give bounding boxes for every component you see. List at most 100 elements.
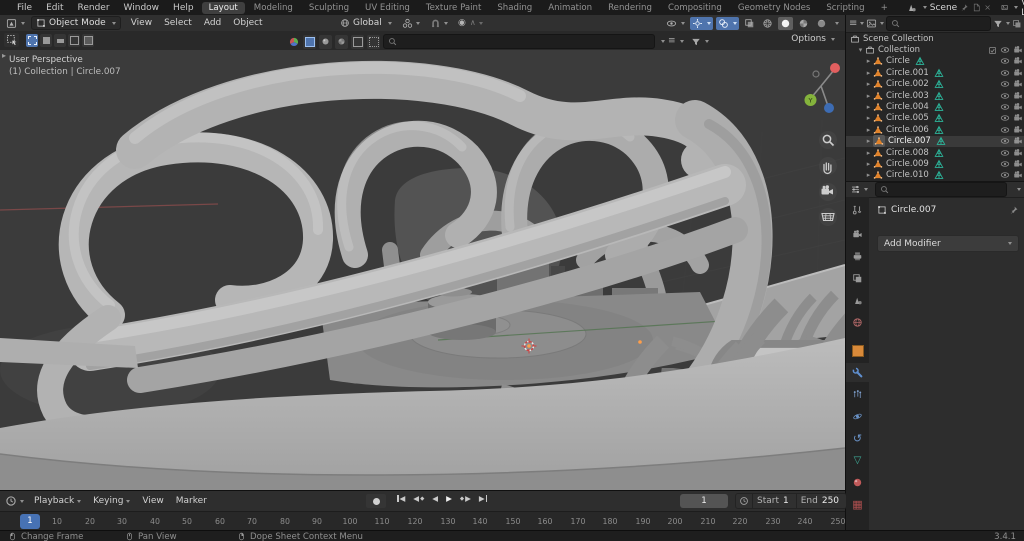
tab-modeling[interactable]: Modeling — [247, 2, 300, 14]
tab-object-data[interactable]: ▽ — [846, 451, 869, 470]
pin-icon[interactable] — [960, 3, 969, 12]
disclosure-icon[interactable]: ▸ — [864, 92, 873, 100]
timeline-ruler[interactable]: 1 10 20 30 40 50 60 70 80 90 100 110 120… — [0, 511, 845, 532]
tab-material[interactable] — [846, 473, 869, 492]
menu-help[interactable]: Help — [166, 3, 201, 13]
shading-solid-button[interactable] — [778, 17, 793, 30]
render-camera-icon[interactable] — [1013, 68, 1023, 78]
camera-view-icon[interactable] — [819, 183, 837, 201]
transform-orientation[interactable]: Global — [340, 16, 392, 30]
disclosure-icon[interactable]: ▸ — [864, 160, 873, 168]
select-mode-invert[interactable] — [68, 34, 80, 47]
menu-keying[interactable]: Keying — [87, 496, 136, 506]
tab-world[interactable] — [846, 313, 869, 332]
filter-button[interactable] — [691, 37, 709, 47]
properties-search-input[interactable] — [875, 182, 1007, 197]
show-gizmo-toggle[interactable] — [690, 17, 713, 30]
disclosure-icon[interactable]: ▸ — [864, 69, 873, 77]
disclosure-icon[interactable]: ▸ — [864, 80, 873, 88]
disclosure-icon[interactable]: ▸ — [864, 114, 873, 122]
tab-view-layer[interactable] — [846, 269, 869, 288]
outliner-row-object[interactable]: ▸Circle — [846, 56, 1024, 67]
select-mode-extend[interactable] — [40, 34, 52, 47]
menu-file[interactable]: File — [10, 3, 39, 13]
tab-tool[interactable] — [846, 201, 869, 220]
data-ball-icon[interactable] — [288, 36, 300, 48]
outliner-row-object[interactable]: ▸Circle.005 — [846, 113, 1024, 124]
navigation-gizmo[interactable]: Y — [804, 56, 842, 276]
use-preview-range-icon[interactable] — [739, 496, 749, 506]
zoom-icon[interactable] — [819, 131, 837, 149]
end-frame-field[interactable]: 250 — [822, 496, 846, 506]
menu-select[interactable]: Select — [158, 18, 198, 28]
outliner-row-object[interactable]: ▸Circle.002 — [846, 79, 1024, 90]
outliner-row-object[interactable]: ▸Circle.010 — [846, 170, 1024, 181]
object-origin-dot[interactable] — [638, 340, 642, 344]
tab-animation[interactable]: Animation — [541, 2, 599, 14]
pan-hand-icon[interactable] — [819, 157, 837, 175]
options-menu[interactable]: Options — [791, 34, 835, 44]
render-camera-icon[interactable] — [1013, 170, 1023, 180]
properties-editor-type[interactable] — [850, 184, 868, 195]
select-mode-subtract[interactable] — [54, 34, 66, 47]
render-camera-icon[interactable] — [1013, 125, 1023, 135]
properties-options-icon[interactable] — [1017, 188, 1021, 191]
axis-gizmo[interactable]: Y — [805, 63, 841, 113]
tab-layout[interactable]: Layout — [202, 2, 245, 14]
show-overlays-toggle[interactable] — [716, 17, 739, 30]
viewport-scene[interactable] — [0, 50, 845, 490]
outliner-row-object[interactable]: ▸Circle.001 — [846, 67, 1024, 78]
start-frame-field[interactable]: 1 — [783, 496, 796, 506]
outliner-filter-button[interactable] — [993, 19, 1010, 29]
select-mode-intersect[interactable] — [82, 34, 94, 47]
menu-render[interactable]: Render — [71, 3, 117, 13]
snapping-button[interactable] — [430, 16, 448, 30]
pivot-point-button[interactable] — [402, 16, 420, 30]
disclosure-icon[interactable]: ▸ — [864, 57, 873, 65]
disclosure-icon[interactable]: ▸ — [864, 137, 873, 145]
shading-rendered-button[interactable] — [814, 17, 829, 30]
prev-keyframe-button[interactable]: ◀◆ — [410, 494, 427, 503]
tab-sculpting[interactable]: Sculpting — [302, 2, 356, 14]
shading-wireframe-button[interactable] — [760, 17, 775, 30]
timeline-editor-type[interactable] — [5, 495, 24, 507]
hide-eye-icon[interactable] — [1000, 91, 1010, 101]
render-camera-icon[interactable] — [1013, 159, 1023, 169]
render-camera-icon[interactable] — [1013, 113, 1023, 123]
hide-eye-icon[interactable] — [1000, 113, 1010, 123]
select-mode-set[interactable] — [26, 34, 38, 47]
tab-texture-paint[interactable]: Texture Paint — [419, 2, 488, 14]
render-camera-icon[interactable] — [1013, 45, 1023, 55]
tab-compositing[interactable]: Compositing — [661, 2, 729, 14]
unlink-scene-icon[interactable]: × — [984, 4, 991, 12]
jump-to-end-button[interactable]: ▶ — [476, 494, 490, 503]
hide-eye-icon[interactable] — [1000, 56, 1010, 66]
disclosure-open-icon[interactable]: ▾ — [856, 46, 865, 54]
menu-view[interactable]: View — [125, 18, 158, 28]
playhead-badge[interactable]: 1 — [20, 514, 40, 529]
tab-shading[interactable]: Shading — [490, 2, 539, 14]
pin-icon[interactable] — [1009, 205, 1019, 215]
disclosure-icon[interactable]: ▸ — [864, 126, 873, 134]
filter-toggle-grid[interactable] — [367, 35, 380, 49]
tab-output[interactable] — [846, 247, 869, 266]
outliner-row-object-active[interactable]: ▸Circle.007 — [846, 136, 1024, 147]
proportional-editing[interactable]: ◉ ∧ — [458, 16, 483, 30]
menu-edit[interactable]: Edit — [39, 3, 70, 13]
outliner-row-object[interactable]: ▸Circle.003 — [846, 90, 1024, 101]
outliner-row-object[interactable]: ▸Circle.006 — [846, 124, 1024, 135]
current-frame-field[interactable]: 1 — [680, 494, 728, 508]
filter-toggle-hidden[interactable] — [319, 35, 332, 49]
tab-rendering[interactable]: Rendering — [601, 2, 659, 14]
object-origin-dot[interactable] — [527, 344, 531, 348]
falloff-button[interactable]: ∧ — [470, 19, 483, 27]
tab-scene[interactable] — [846, 291, 869, 310]
shading-dropdown-icon[interactable] — [835, 22, 839, 25]
jump-to-start-button[interactable]: ◀ — [394, 494, 408, 503]
filter-toggle-selected[interactable] — [303, 35, 316, 49]
hide-eye-icon[interactable] — [1000, 68, 1010, 78]
render-camera-icon[interactable] — [1013, 79, 1023, 89]
outliner-row-object[interactable]: ▸Circle.008 — [846, 147, 1024, 158]
disclosure-icon[interactable]: ▸ — [864, 103, 873, 111]
menu-marker[interactable]: Marker — [170, 496, 213, 506]
